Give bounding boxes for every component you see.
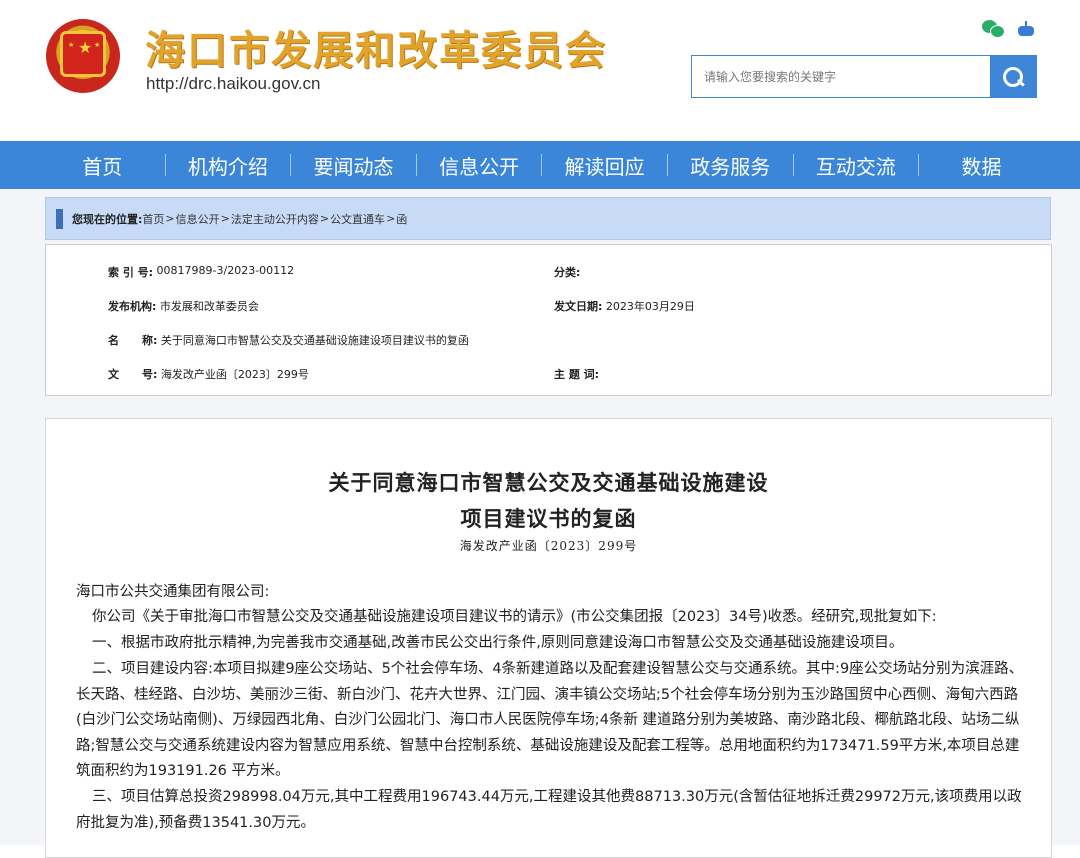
meta-keywords-label: 主 题 词: [554, 368, 600, 381]
breadcrumb-marker [56, 208, 63, 229]
article-paragraph: 一、根据市政府批示精神,为完善我市交通基础,改善市民公交出行条件,原则同意建设海… [92, 635, 904, 651]
site-header: ★ ★ ★ 海口市发展和改革委员会 http://drc.haikou.gov.… [0, 0, 1080, 141]
search-icon [1002, 66, 1024, 88]
nav-item-interpretation[interactable]: 解读回应 [542, 151, 667, 180]
document-metadata: 索 引 号: 00817989-3/2023-00112 分类: 发布机构: 市… [45, 244, 1052, 396]
nav-item-about[interactable]: 机构介绍 [166, 151, 291, 180]
nav-item-disclosure[interactable]: 信息公开 [417, 151, 542, 180]
article-title-line2: 项目建议书的复函 [460, 506, 637, 531]
breadcrumb-letter[interactable]: 函 [396, 211, 407, 227]
nav-item-home[interactable]: 首页 [40, 151, 165, 180]
breadcrumb-separator: > [319, 212, 330, 225]
meta-index: 索 引 号: 00817989-3/2023-00112 [108, 264, 294, 280]
national-emblem-icon[interactable]: ★ ★ ★ [46, 19, 120, 93]
meta-docno-label: 文 号: [108, 368, 158, 381]
nav-item-data[interactable]: 数据 [919, 151, 1044, 180]
meta-category: 分类: [554, 264, 580, 280]
social-links [982, 20, 1036, 38]
meta-publisher-label: 发布机构: [108, 300, 157, 313]
search-button[interactable] [990, 56, 1036, 97]
meta-name-value: 关于同意海口市智慧公交及交通基础设施建设项目建议书的复函 [157, 334, 469, 347]
main-nav: 首页 机构介绍 要闻动态 信息公开 解读回应 政务服务 互动交流 数据 [0, 141, 1080, 189]
meta-docno: 文 号: 海发改产业函〔2023〕299号 [108, 366, 309, 382]
search-input[interactable] [692, 56, 990, 97]
meta-date-label: 发文日期: [554, 300, 603, 313]
search-box [691, 55, 1037, 98]
breadcrumb: 您现在的位置: 首页 > 信息公开 > 法定主动公开内容 > 公文直通车 > 函 [45, 197, 1051, 240]
meta-name: 名 称: 关于同意海口市智慧公交及交通基础设施建设项目建议书的复函 [108, 332, 469, 348]
robot-icon[interactable] [1016, 20, 1036, 38]
article-doc-number: 海发改产业函〔2023〕299号 [459, 539, 638, 553]
breadcrumb-home[interactable]: 首页 [142, 211, 164, 227]
article-paragraph: 你公司《关于审批海口市智慧公交及交通基础设施建设项目建议书的请示》(市公交集团报… [92, 609, 937, 625]
meta-publisher: 发布机构: 市发展和改革委员会 [108, 298, 259, 314]
breadcrumb-disclosure[interactable]: 信息公开 [176, 211, 220, 227]
meta-date: 发文日期: 2023年03月29日 [554, 298, 695, 314]
breadcrumb-separator: > [386, 212, 396, 225]
breadcrumb-separator: > [220, 212, 230, 225]
nav-item-interaction[interactable]: 互动交流 [794, 151, 919, 180]
site-title[interactable]: 海口市发展和改革委员会 [145, 18, 607, 76]
nav-item-news[interactable]: 要闻动态 [291, 151, 416, 180]
article-body: 关于同意海口市智慧公交及交通基础设施建设 项目建议书的复函 海发改产业函〔202… [45, 418, 1052, 858]
site-url[interactable]: http://drc.haikou.gov.cn [146, 74, 321, 94]
content-area: 您现在的位置: 首页 > 信息公开 > 法定主动公开内容 > 公文直通车 > 函… [0, 189, 1080, 858]
breadcrumb-label: 您现在的位置: [72, 212, 143, 226]
star-icon: ★ [94, 41, 101, 49]
breadcrumb-documents[interactable]: 公文直通车 [330, 211, 385, 227]
meta-date-value: 2023年03月29日 [602, 300, 695, 313]
meta-index-label: 索 引 号: [108, 266, 154, 279]
breadcrumb-separator: > [165, 212, 175, 225]
meta-publisher-value: 市发展和改革委员会 [156, 300, 259, 313]
meta-index-value: 00817989-3/2023-00112 [153, 264, 295, 277]
star-icon: ★ [68, 41, 75, 49]
wechat-icon[interactable] [982, 20, 1005, 38]
meta-name-label: 名 称: [108, 334, 158, 347]
emblem-center: ★ ★ ★ [60, 31, 106, 77]
breadcrumb-statutory[interactable]: 法定主动公开内容 [231, 211, 319, 227]
meta-category-label: 分类: [554, 266, 581, 279]
article-title-line1: 关于同意海口市智慧公交及交通基础设施建设 [328, 470, 769, 495]
article-addressee: 海口市公共交通集团有限公司: [76, 584, 270, 600]
nav-item-services[interactable]: 政务服务 [668, 151, 793, 180]
article-paragraph: 二、项目建设内容:本项目拟建9座公交场站、5个社会停车场、4条新建道路以及配套建… [76, 661, 1024, 780]
meta-keywords: 主 题 词: [554, 366, 599, 382]
meta-docno-value: 海发改产业函〔2023〕299号 [157, 368, 309, 381]
article-paragraph: 三、项目估算总投资298998.04万元,其中工程费用196743.44万元,工… [76, 789, 1022, 831]
star-icon: ★ [78, 38, 93, 57]
